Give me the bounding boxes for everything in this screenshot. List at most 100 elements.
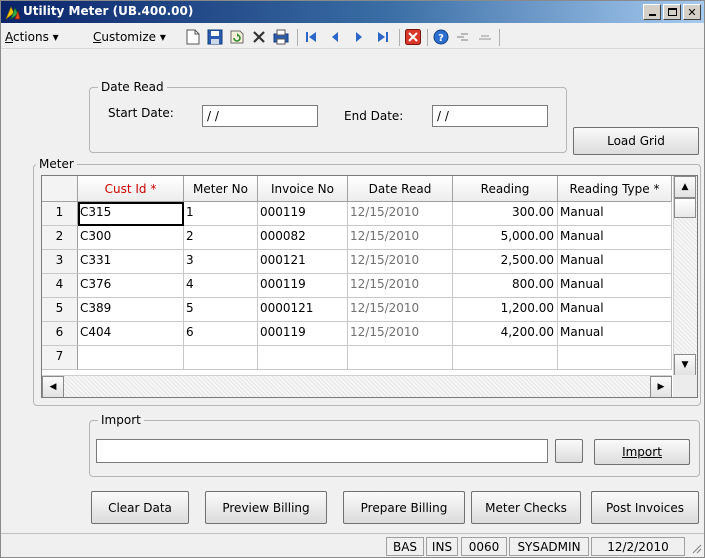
row-number: 5 [42, 298, 78, 322]
invoice-no-cell[interactable]: 000119 [258, 322, 348, 346]
customize-menu[interactable]: Customize ▾ [93, 30, 166, 44]
dropdown-arrow-icon: ▾ [48, 30, 59, 44]
meter-no-cell[interactable]: 1 [184, 202, 258, 226]
window-title: Utility Meter (UB.400.00) [23, 4, 194, 18]
table-row[interactable]: 6 C404 6 000119 12/15/2010 4,200.00 Manual [42, 322, 672, 346]
scroll-up-icon[interactable]: ▲ [674, 176, 696, 198]
help-icon[interactable]: ? [433, 29, 449, 45]
cust-id-cell[interactable] [78, 346, 184, 370]
scroll-thumb[interactable] [674, 198, 696, 218]
previous-record-icon[interactable] [327, 29, 343, 45]
reading-type-cell[interactable]: Manual [558, 250, 672, 274]
preview-billing-button[interactable]: Preview Billing [205, 491, 327, 524]
delete-icon[interactable] [251, 29, 267, 45]
reading-type-cell[interactable] [558, 346, 672, 370]
table-row[interactable]: 3 C331 3 000121 12/15/2010 2,500.00 Manual [42, 250, 672, 274]
preview-billing-label: Preview Billing [222, 500, 310, 515]
reading-cell[interactable]: 1,200.00 [453, 298, 558, 322]
first-record-icon[interactable] [303, 29, 319, 45]
reading-type-cell[interactable]: Manual [558, 226, 672, 250]
refresh-icon[interactable] [229, 29, 245, 45]
date-read-cell[interactable]: 12/15/2010 [348, 202, 453, 226]
browse-button[interactable] [555, 439, 583, 463]
meter-checks-button[interactable]: Meter Checks [471, 491, 581, 524]
date-read-cell[interactable]: 12/15/2010 [348, 322, 453, 346]
reading-cell[interactable] [453, 346, 558, 370]
reading-cell[interactable]: 2,500.00 [453, 250, 558, 274]
invoice-no-cell[interactable] [258, 346, 348, 370]
column-header-meter-no[interactable]: Meter No [184, 176, 258, 202]
import-button-label: Import [622, 445, 662, 459]
cust-id-cell[interactable]: C315 [78, 202, 184, 226]
invoice-no-cell[interactable]: 000121 [258, 250, 348, 274]
start-date-field[interactable]: / / [202, 105, 318, 127]
invoice-no-cell[interactable]: 000119 [258, 274, 348, 298]
reading-type-cell[interactable]: Manual [558, 322, 672, 346]
cust-id-cell[interactable]: C376 [78, 274, 184, 298]
meter-no-cell[interactable]: 4 [184, 274, 258, 298]
horizontal-scrollbar[interactable]: ◀ ▶ [42, 375, 672, 397]
resize-grip-icon[interactable] [690, 542, 702, 554]
reading-type-cell[interactable]: Manual [558, 202, 672, 226]
meter-no-cell[interactable] [184, 346, 258, 370]
meter-no-cell[interactable]: 3 [184, 250, 258, 274]
cust-id-cell[interactable]: C404 [78, 322, 184, 346]
import-path-field[interactable] [96, 439, 548, 463]
scroll-left-icon[interactable]: ◀ [42, 376, 64, 397]
date-read-cell[interactable]: 12/15/2010 [348, 250, 453, 274]
post-invoices-button[interactable]: Post Invoices [591, 491, 699, 524]
table-row[interactable]: 5 C389 5 0000121 12/15/2010 1,200.00 Manual [42, 298, 672, 322]
title-bar[interactable]: Utility Meter (UB.400.00) ✕ [1, 1, 704, 23]
invoice-no-cell[interactable]: 000119 [258, 202, 348, 226]
attach-icon[interactable] [455, 29, 471, 45]
import-button[interactable]: Import [594, 439, 690, 465]
prepare-billing-label: Prepare Billing [360, 500, 448, 515]
table-row[interactable]: 4 C376 4 000119 12/15/2010 800.00 Manual [42, 274, 672, 298]
actions-menu[interactable]: Actions ▾ [5, 30, 59, 44]
note-icon[interactable] [477, 29, 493, 45]
vertical-scrollbar[interactable]: ▲ ▼ [673, 176, 697, 376]
reading-type-cell[interactable]: Manual [558, 274, 672, 298]
date-read-cell[interactable] [348, 346, 453, 370]
meter-no-cell[interactable]: 5 [184, 298, 258, 322]
invoice-no-cell[interactable]: 0000121 [258, 298, 348, 322]
column-header-reading-type[interactable]: Reading Type * [558, 176, 672, 202]
date-read-cell[interactable]: 12/15/2010 [348, 298, 453, 322]
close-button[interactable]: ✕ [683, 4, 701, 20]
reading-cell[interactable]: 300.00 [453, 202, 558, 226]
column-header-reading[interactable]: Reading [453, 176, 558, 202]
minimize-button[interactable] [643, 4, 661, 20]
cust-id-cell[interactable]: C300 [78, 226, 184, 250]
reading-cell[interactable]: 4,200.00 [453, 322, 558, 346]
meter-no-cell[interactable]: 6 [184, 322, 258, 346]
clear-data-button[interactable]: Clear Data [91, 491, 189, 524]
table-row[interactable]: 7 [42, 346, 672, 370]
last-record-icon[interactable] [375, 29, 391, 45]
load-grid-button[interactable]: Load Grid [573, 127, 699, 155]
scroll-down-icon[interactable]: ▼ [674, 354, 696, 376]
column-header-invoice-no[interactable]: Invoice No [258, 176, 348, 202]
print-icon[interactable] [273, 29, 289, 45]
maximize-button[interactable] [663, 4, 681, 20]
scroll-right-icon[interactable]: ▶ [650, 376, 672, 397]
meter-grid[interactable]: Cust Id * Meter No Invoice No Date Read … [41, 175, 698, 398]
meter-no-cell[interactable]: 2 [184, 226, 258, 250]
reading-cell[interactable]: 800.00 [453, 274, 558, 298]
date-read-cell[interactable]: 12/15/2010 [348, 226, 453, 250]
table-row[interactable]: 2 C300 2 000082 12/15/2010 5,000.00 Manual [42, 226, 672, 250]
new-icon[interactable] [185, 29, 201, 45]
reading-type-cell[interactable]: Manual [558, 298, 672, 322]
cancel-icon[interactable] [405, 29, 421, 45]
cust-id-cell[interactable]: C331 [78, 250, 184, 274]
table-row[interactable]: 1 C315 1 000119 12/15/2010 300.00 Manual [42, 202, 672, 226]
prepare-billing-button[interactable]: Prepare Billing [343, 491, 465, 524]
column-header-cust-id[interactable]: Cust Id * [78, 176, 184, 202]
save-icon[interactable] [207, 29, 223, 45]
invoice-no-cell[interactable]: 000082 [258, 226, 348, 250]
next-record-icon[interactable] [351, 29, 367, 45]
cust-id-cell[interactable]: C389 [78, 298, 184, 322]
column-header-date-read[interactable]: Date Read [348, 176, 453, 202]
date-read-cell[interactable]: 12/15/2010 [348, 274, 453, 298]
reading-cell[interactable]: 5,000.00 [453, 226, 558, 250]
end-date-field[interactable]: / / [432, 105, 548, 127]
